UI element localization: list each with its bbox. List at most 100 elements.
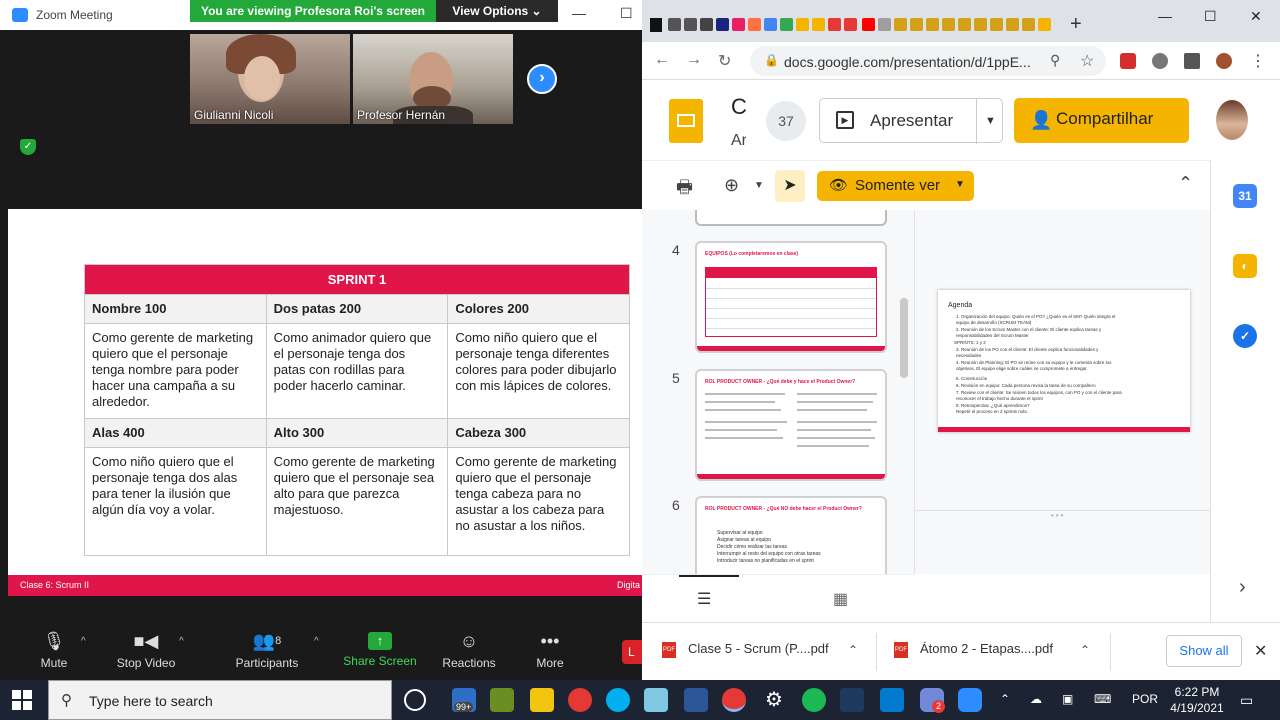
calendar-icon[interactable]: 31 xyxy=(1233,184,1257,208)
spotify-icon[interactable] xyxy=(802,688,826,712)
video-options-caret-icon[interactable]: ^ xyxy=(179,636,184,647)
download-options-caret-icon[interactable]: ⌃ xyxy=(848,643,858,657)
omnibox[interactable]: 🔒 docs.google.com/presentation/d/1ppE...… xyxy=(750,46,1106,76)
filmstrip-scrollbar[interactable] xyxy=(900,298,908,378)
extensions-puzzle-icon[interactable] xyxy=(1184,53,1200,69)
show-all-downloads-button[interactable]: Show all xyxy=(1166,635,1242,667)
zoom-in-icon[interactable]: ⊕ xyxy=(724,175,739,196)
windows-start-icon[interactable] xyxy=(12,690,32,710)
tab-favicon-icon[interactable] xyxy=(748,18,761,31)
file-explorer-icon[interactable] xyxy=(530,688,554,712)
discord-icon[interactable]: 2 xyxy=(920,688,945,713)
tab-favicon-icon[interactable] xyxy=(958,18,971,31)
document-menu-fragment[interactable]: Ar xyxy=(731,132,747,150)
youtube-tab-icon[interactable] xyxy=(862,18,875,31)
user-avatar[interactable] xyxy=(1216,100,1248,140)
chrome-active-icon[interactable] xyxy=(722,688,746,712)
google-slides-logo-icon[interactable] xyxy=(669,99,703,143)
extension-icon[interactable] xyxy=(1152,53,1168,69)
zoom-dropdown-icon[interactable]: ▼ xyxy=(754,180,764,191)
participant-video-1[interactable]: Giulianni Nicoli xyxy=(190,34,350,124)
vscode-icon[interactable] xyxy=(880,688,904,712)
store-icon[interactable] xyxy=(490,688,514,712)
zoom-icon[interactable]: ⚲ xyxy=(1050,52,1060,69)
tab-favicon-icon[interactable] xyxy=(668,18,681,31)
present-button[interactable]: ▶ Apresentar ▼ xyxy=(819,98,1004,144)
tray-overflow-icon[interactable]: ⌃ xyxy=(1000,692,1010,706)
slide-thumbnail-4[interactable]: EQUIPOS (Lo completaremos en clase) xyxy=(695,241,887,353)
tasks-icon[interactable]: ✓ xyxy=(1233,324,1257,348)
viewer-count-badge[interactable]: 37 xyxy=(766,101,806,141)
app-icon[interactable] xyxy=(644,688,668,712)
reload-icon[interactable]: ↻ xyxy=(718,51,731,71)
profile-avatar[interactable] xyxy=(1216,53,1232,69)
zoom-taskbar-icon[interactable] xyxy=(958,688,982,712)
grid-view-icon[interactable]: ▦ xyxy=(833,589,848,609)
tab-favicon-icon[interactable] xyxy=(974,18,987,31)
word-icon[interactable] xyxy=(684,688,708,712)
mute-button[interactable]: 🎙 Mute ^ xyxy=(9,630,99,670)
network-icon[interactable]: ▣ xyxy=(1062,692,1073,706)
tab-favicon-icon[interactable] xyxy=(700,18,713,31)
tab-favicon-icon[interactable] xyxy=(1022,18,1035,31)
slide-thumbnail-5[interactable]: ROL PRODUCT OWNER - ¿Qué debe y hace el … xyxy=(695,369,887,481)
tab-favicon-icon[interactable] xyxy=(780,18,793,31)
maximize-icon[interactable]: ☐ xyxy=(620,5,633,22)
filmstrip-list-view-icon[interactable]: ☰ xyxy=(697,589,711,609)
download-item[interactable]: PDF Átomo 2 - Etapas....pdf xyxy=(894,641,1053,658)
adblock-extension-icon[interactable] xyxy=(1120,53,1136,69)
present-dropdown-icon[interactable]: ▼ xyxy=(976,99,1004,144)
view-options-button[interactable]: View Options ⌄ xyxy=(436,0,558,22)
tab-favicon-icon[interactable] xyxy=(926,18,939,31)
tab-favicon-icon[interactable] xyxy=(894,18,907,31)
tab-favicon-icon[interactable] xyxy=(732,18,745,31)
download-item[interactable]: PDF Clase 5 - Scrum (P....pdf xyxy=(662,641,829,658)
stop-video-button[interactable]: ■◀ Stop Video ^ xyxy=(101,630,191,670)
forward-icon[interactable]: → xyxy=(686,51,702,69)
chrome-taskbar-icon[interactable] xyxy=(568,688,592,712)
app-icon[interactable] xyxy=(840,688,864,712)
back-icon[interactable]: ← xyxy=(654,51,670,69)
minimize-icon[interactable]: — xyxy=(1158,8,1172,24)
new-tab-button[interactable]: + xyxy=(1070,13,1082,36)
tab-favicon-icon[interactable] xyxy=(684,18,697,31)
resize-handle-icon[interactable]: ••• xyxy=(1051,511,1065,520)
skype-icon[interactable] xyxy=(606,688,630,712)
chrome-menu-icon[interactable]: ⋮ xyxy=(1250,51,1266,71)
slide-thumbnail-3[interactable] xyxy=(695,210,887,226)
tab-favicon-icon[interactable] xyxy=(942,18,955,31)
maximize-icon[interactable]: ☐ xyxy=(1204,8,1217,25)
end-meeting-button[interactable]: L xyxy=(622,640,642,664)
print-icon[interactable]: 🖶 xyxy=(676,175,693,205)
clock[interactable]: 6:22 PM 4/19/2021 xyxy=(1168,684,1226,716)
participants-button[interactable]: 👥8 Participants ^ xyxy=(222,630,319,670)
participant-video-2[interactable]: Profesor Hernán xyxy=(353,34,513,124)
tab-favicon-icon[interactable] xyxy=(716,18,729,31)
document-title[interactable]: C xyxy=(731,94,747,120)
minimize-icon[interactable]: — xyxy=(572,5,586,21)
share-button[interactable]: 👤 Compartilhar xyxy=(1014,98,1189,143)
tab-favicon-icon[interactable] xyxy=(828,18,841,31)
next-participants-icon[interactable]: › xyxy=(527,64,557,94)
tab-favicon-icon[interactable] xyxy=(878,18,891,31)
close-download-bar-icon[interactable]: ✕ xyxy=(1254,641,1267,661)
settings-gear-icon[interactable]: ⚙ xyxy=(762,688,786,712)
mute-options-caret-icon[interactable]: ^ xyxy=(81,636,86,647)
mail-app-icon[interactable]: 99+ xyxy=(452,688,476,712)
more-button[interactable]: ••• More xyxy=(505,630,595,670)
keep-icon[interactable]: ◐ xyxy=(1233,254,1257,278)
tab-favicon-icon[interactable] xyxy=(796,18,809,31)
expand-side-panel-icon[interactable]: › xyxy=(1239,576,1246,599)
bookmark-star-icon[interactable]: ☆ xyxy=(1080,51,1094,71)
language-indicator[interactable]: POR xyxy=(1132,692,1158,706)
cortana-icon[interactable] xyxy=(404,689,426,711)
download-options-caret-icon[interactable]: ⌃ xyxy=(1080,643,1090,657)
reactions-button[interactable]: ☺ Reactions xyxy=(424,630,514,670)
participants-options-caret-icon[interactable]: ^ xyxy=(314,636,319,647)
collapse-header-icon[interactable]: ⌃ xyxy=(1178,173,1193,194)
close-icon[interactable]: ✕ xyxy=(1250,8,1262,25)
view-only-mode-button[interactable]: 👁 Somente ver ▼ xyxy=(817,171,974,201)
tab-favicon-icon[interactable] xyxy=(910,18,923,31)
tab-favicon-icon[interactable] xyxy=(1006,18,1019,31)
security-shield-icon[interactable]: ✓ xyxy=(20,139,36,155)
